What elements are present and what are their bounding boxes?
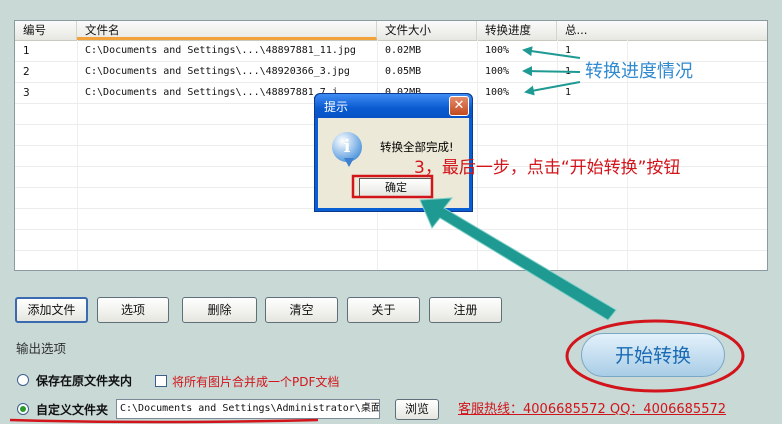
- row-filesize: 0.02MB: [385, 45, 422, 56]
- file-list-header: 编号 文件名 文件大小 转换进度 总...: [15, 21, 767, 41]
- dialog-title: 提示: [324, 100, 349, 114]
- browse-button[interactable]: 浏览: [395, 399, 439, 420]
- about-button[interactable]: 关于: [347, 297, 420, 323]
- row-filename: C:\Documents and Settings\...\48897881_1…: [85, 45, 356, 56]
- save-original-radio[interactable]: [17, 374, 29, 386]
- custom-folder-underline: [9, 418, 319, 424]
- row-progress: 100%: [485, 87, 510, 98]
- register-button[interactable]: 注册: [429, 297, 502, 323]
- row-number: 2: [23, 66, 30, 78]
- ok-button[interactable]: 确定: [359, 178, 433, 197]
- col-header-total[interactable]: 总...: [557, 21, 767, 40]
- custom-folder-radio[interactable]: [17, 403, 29, 415]
- row-filesize: 0.05MB: [385, 66, 422, 77]
- app-window: 编号 文件名 文件大小 转换进度 总... 1 C:\Documents and…: [0, 0, 782, 424]
- row-number: 1: [23, 45, 30, 57]
- clear-button[interactable]: 清空: [265, 297, 338, 323]
- step-annotation: 3，最后一步，点击“开始转换”按钮: [414, 158, 681, 178]
- row-total: 1: [565, 87, 572, 98]
- row-progress: 100%: [485, 45, 510, 56]
- col-header-filesize[interactable]: 文件大小: [377, 21, 477, 40]
- merge-pdf-label: 将所有图片合并成一个PDF文档: [172, 375, 340, 389]
- output-path-input[interactable]: C:\Documents and Settings\Administrator\…: [116, 399, 380, 419]
- save-original-label: 保存在原文件夹内: [36, 374, 133, 388]
- close-icon[interactable]: ✕: [449, 96, 469, 116]
- row-filename: C:\Documents and Settings\...\48920366_3…: [85, 66, 350, 77]
- table-row: [15, 251, 767, 270]
- dialog-titlebar[interactable]: 提示 ✕: [315, 94, 472, 118]
- add-file-button[interactable]: 添加文件: [15, 297, 88, 323]
- info-icon-tail: [344, 158, 354, 167]
- options-button[interactable]: 选项: [97, 297, 169, 323]
- progress-annotation: 转换进度情况: [585, 61, 693, 82]
- hotline-link[interactable]: 客服热线：4006685572 QQ：4006685572: [458, 398, 726, 417]
- table-row: [15, 230, 767, 251]
- custom-folder-label: 自定义文件夹: [36, 403, 109, 417]
- col-header-number[interactable]: 编号: [15, 21, 77, 40]
- row-number: 3: [23, 87, 30, 99]
- table-row: [15, 209, 767, 230]
- output-options-title: 输出选项: [16, 341, 67, 356]
- col-header-progress[interactable]: 转换进度: [477, 21, 557, 40]
- delete-button[interactable]: 删除: [182, 297, 257, 323]
- row-progress: 100%: [485, 66, 510, 77]
- start-convert-button[interactable]: 开始转换: [581, 333, 725, 377]
- col-header-filename[interactable]: 文件名: [77, 21, 377, 40]
- merge-pdf-checkbox[interactable]: [155, 375, 167, 387]
